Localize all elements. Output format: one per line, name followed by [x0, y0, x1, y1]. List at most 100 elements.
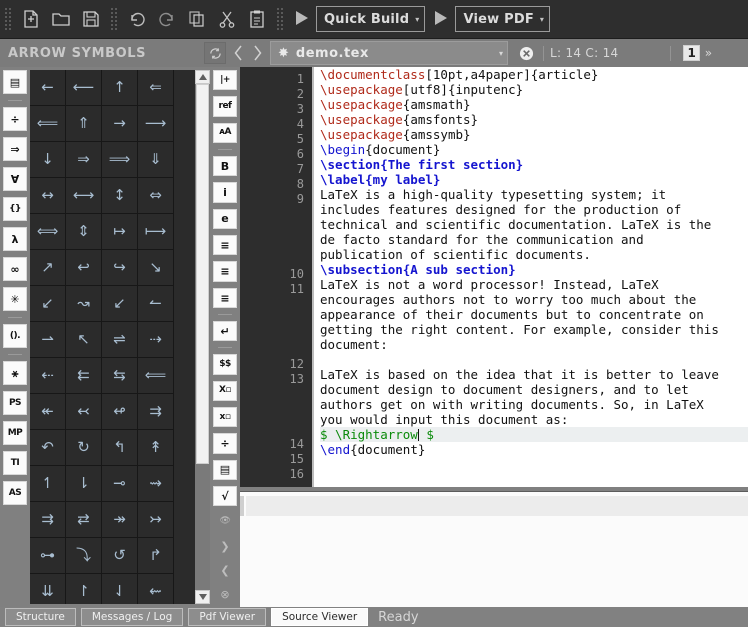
align-center-button[interactable]: ≡	[213, 261, 237, 281]
code-line[interactable]: \documentclass[10pt,a4paper]{article}	[320, 67, 748, 82]
symbol-cell[interactable]: ⇉	[30, 502, 66, 538]
symbol-cell[interactable]: ⇔	[138, 178, 174, 214]
symbol-cell[interactable]: ↗	[30, 250, 66, 286]
symbol-cell[interactable]: ⤵	[66, 538, 102, 574]
insert-reference-button[interactable]: ref	[213, 96, 237, 116]
tab-structure[interactable]: Structure	[5, 608, 76, 626]
symbol-cell[interactable]: ⇆	[102, 358, 138, 394]
redo-button[interactable]	[153, 5, 181, 33]
code-line[interactable]: document design to document designers, a…	[320, 382, 748, 397]
symbol-cell[interactable]: ⇠	[30, 358, 66, 394]
symbol-cell[interactable]: ↖	[66, 322, 102, 358]
open-file-selector[interactable]: ✸ demo.tex ▾	[270, 41, 508, 65]
symbol-cell[interactable]: ↔	[30, 178, 66, 214]
run-view-pdf-button[interactable]	[432, 8, 450, 31]
sidebar-item-operators[interactable]: ÷	[3, 107, 27, 131]
symbol-grid-scrollbar[interactable]	[195, 70, 210, 604]
bold-button[interactable]: B	[213, 156, 237, 176]
code-line[interactable]: \begin{document}	[320, 142, 748, 157]
symbol-cell[interactable]: ↓	[30, 142, 66, 178]
symbol-cell[interactable]: ↟	[138, 430, 174, 466]
symbol-cell[interactable]: ↶	[30, 430, 66, 466]
save-document-button[interactable]	[77, 5, 105, 33]
code-line[interactable]: getting the right content. For example, …	[320, 322, 748, 337]
sidebar-item-asymptote[interactable]: AS	[3, 481, 27, 505]
code-line[interactable]: \usepackage{amsmath}	[320, 97, 748, 112]
sidebar-item-brackets[interactable]: ().	[3, 324, 27, 348]
symbol-cell[interactable]: ↢	[66, 394, 102, 430]
symbol-cell[interactable]: ↦	[102, 214, 138, 250]
toolbar-overflow-button[interactable]: »	[705, 46, 712, 60]
code-line[interactable]: \label{my label}	[320, 172, 748, 187]
code-line[interactable]: \usepackage{amssymb}	[320, 127, 748, 142]
tab-pdf-viewer[interactable]: Pdf Viewer	[188, 608, 266, 626]
scroll-down-button[interactable]	[195, 590, 210, 604]
sidebar-item-arrows[interactable]: ⇒	[3, 137, 27, 161]
code-text-area[interactable]: \documentclass[10pt,a4paper]{article} \us…	[316, 67, 748, 487]
symbol-cell[interactable]: ↙	[30, 286, 66, 322]
refresh-symbols-button[interactable]	[204, 42, 226, 64]
sidebar-item-special[interactable]: ✳	[3, 287, 27, 311]
symbol-cell[interactable]: ↪	[102, 250, 138, 286]
symbol-cell[interactable]: ⇒	[66, 142, 102, 178]
symbol-cell[interactable]: ↰	[102, 430, 138, 466]
symbol-cell[interactable]: ↫	[102, 394, 138, 430]
fraction-button[interactable]: ÷	[213, 433, 237, 453]
next-document-button[interactable]	[248, 41, 267, 65]
symbol-cell[interactable]: ↩	[66, 250, 102, 286]
superscript-button[interactable]: x▫	[213, 407, 237, 427]
scrollbar-thumb[interactable]	[196, 84, 209, 464]
symbol-cell[interactable]: ⇓	[138, 142, 174, 178]
open-document-button[interactable]	[47, 5, 75, 33]
code-line[interactable]: \subsection{A sub section}	[320, 262, 748, 277]
emphasis-button[interactable]: e	[213, 209, 237, 229]
symbol-cell[interactable]: ↺	[102, 538, 138, 574]
code-line[interactable]: authors get on with writing documents. S…	[320, 397, 748, 412]
cut-button[interactable]	[213, 5, 241, 33]
symbol-cell[interactable]: ⟷	[66, 178, 102, 214]
panel-selected-row[interactable]	[246, 496, 748, 516]
scroll-up-button[interactable]	[195, 70, 210, 84]
preview-eye-button[interactable]: 👁	[214, 512, 236, 530]
sidebar-item-delimiters[interactable]: {}	[3, 197, 27, 221]
italic-button[interactable]: i	[213, 182, 237, 202]
backward-chevron-button[interactable]: ❮	[214, 561, 236, 579]
symbol-cell[interactable]: ⇐	[138, 70, 174, 106]
code-line[interactable]: includes features designed for the produ…	[320, 202, 748, 217]
sidebar-item-user-symbols[interactable]: ⚹	[3, 361, 27, 385]
source-viewer-panel[interactable]	[240, 491, 748, 608]
sidebar-item-tikz[interactable]: TI	[3, 451, 27, 475]
toolbar-grip-edit[interactable]	[109, 6, 119, 32]
symbol-cell[interactable]: ⟶	[138, 106, 174, 142]
forward-chevron-button[interactable]: ❯	[214, 537, 236, 555]
symbol-cell[interactable]: ⊶	[30, 538, 66, 574]
symbol-cell[interactable]: ⇝	[138, 466, 174, 502]
symbol-cell[interactable]: ⟺	[30, 214, 66, 250]
symbol-cell[interactable]: ⇄	[66, 502, 102, 538]
symbol-cell[interactable]: ⟸	[30, 106, 66, 142]
sidebar-item-logic[interactable]: ∀	[3, 167, 27, 191]
align-left-button[interactable]: ≡	[213, 235, 237, 255]
symbol-cell[interactable]: ↼	[138, 286, 174, 322]
toolbar-grip-build[interactable]	[275, 6, 285, 32]
symbol-cell[interactable]: ↠	[102, 502, 138, 538]
code-line[interactable]: $ \Rightarrow $	[320, 427, 748, 442]
close-document-button[interactable]	[515, 46, 537, 61]
symbol-cell[interactable]: ↾	[66, 574, 102, 604]
new-document-button[interactable]	[17, 5, 45, 33]
symbol-cell[interactable]: ↱	[138, 538, 174, 574]
symbol-cell[interactable]: ←	[30, 70, 66, 106]
page-number-badge[interactable]: 1	[683, 45, 699, 61]
sidebar-item-metapost[interactable]: MP	[3, 421, 27, 445]
code-line[interactable]	[320, 457, 748, 472]
font-size-button[interactable]: ᴀA	[213, 123, 237, 143]
code-line[interactable]: LaTeX is based on the idea that it is be…	[320, 367, 748, 382]
align-right-button[interactable]: ≡	[213, 288, 237, 308]
symbol-cell[interactable]: ⟸	[138, 358, 174, 394]
symbol-cell[interactable]: ⊸	[102, 466, 138, 502]
tab-messages-log[interactable]: Messages / Log	[81, 608, 183, 626]
symbol-cell[interactable]: ↘	[138, 250, 174, 286]
symbol-cell[interactable]: ⇢	[138, 322, 174, 358]
copy-button[interactable]	[183, 5, 211, 33]
view-pdf-selector[interactable]: View PDF ▾	[455, 6, 550, 32]
